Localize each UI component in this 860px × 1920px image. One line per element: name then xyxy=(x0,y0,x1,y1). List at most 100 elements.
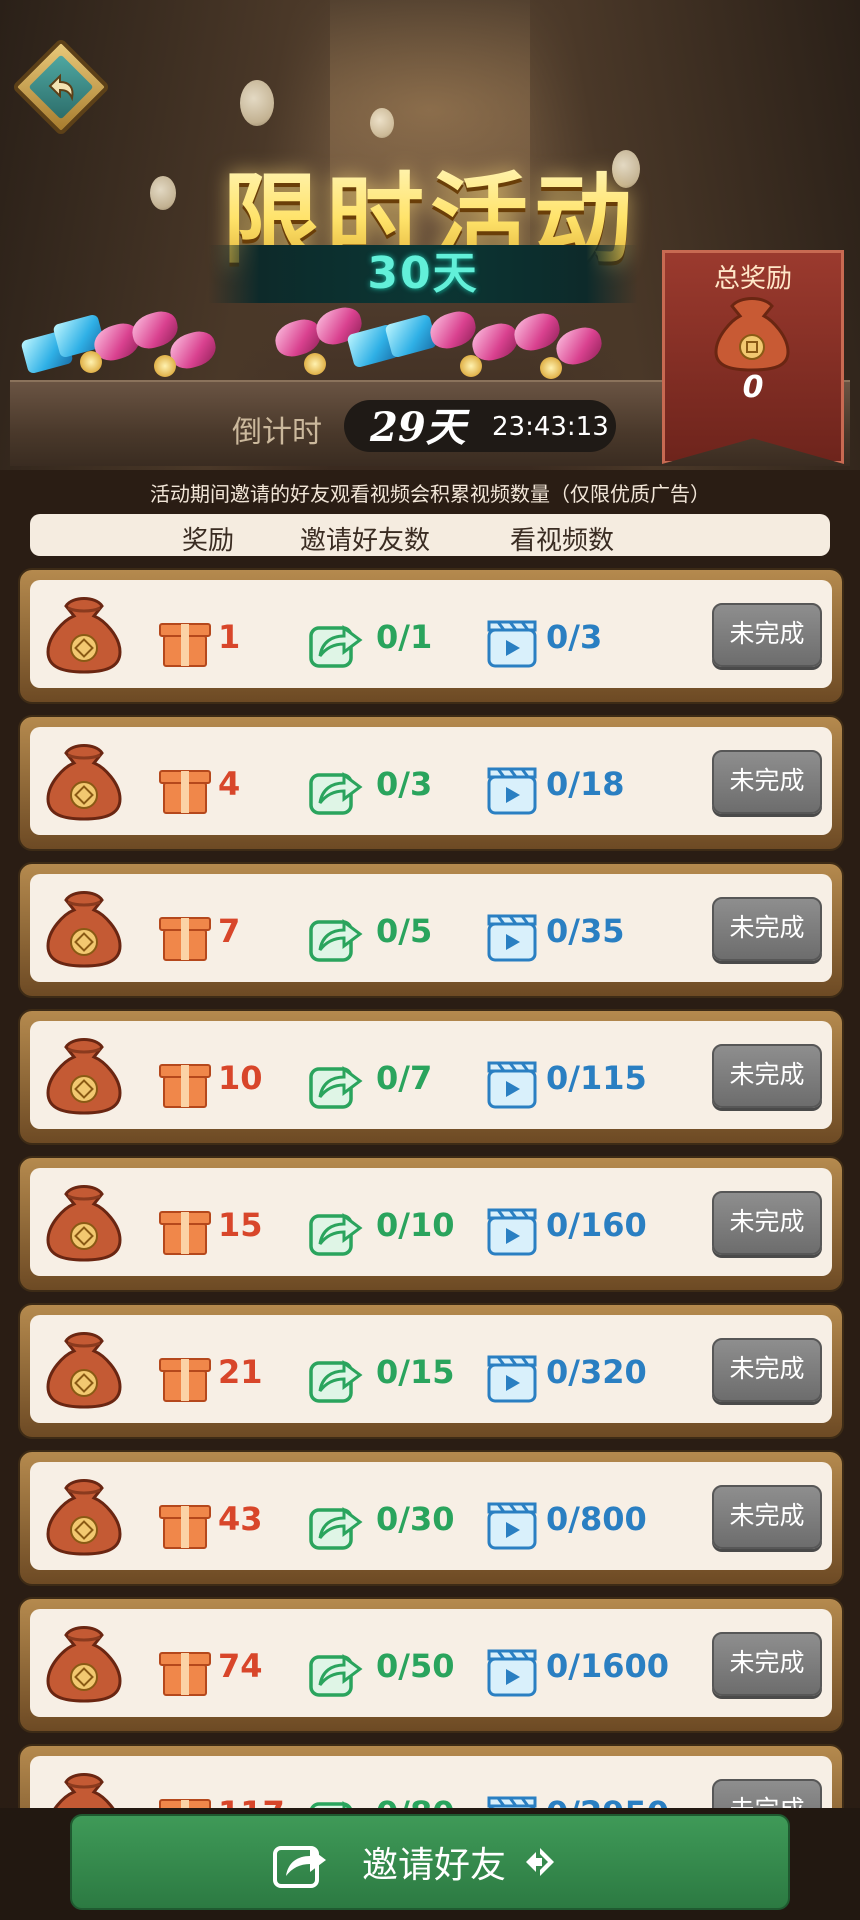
money-bag-icon xyxy=(46,744,122,821)
status-button[interactable]: 未完成 xyxy=(712,603,822,667)
money-bag-icon xyxy=(46,1185,122,1262)
column-invite: 邀请好友数 xyxy=(300,526,431,556)
video-icon xyxy=(487,1502,537,1550)
status-button[interactable]: 未完成 xyxy=(712,1044,822,1108)
gift-icon xyxy=(159,1652,211,1696)
video-icon xyxy=(487,1355,537,1403)
reward-count: 10 xyxy=(218,1059,263,1097)
gift-icon xyxy=(159,770,211,814)
video-icon xyxy=(487,620,537,668)
task-card: 1 0/1 0/3 未完成 xyxy=(30,580,832,688)
reward-count: 43 xyxy=(218,1500,263,1538)
countdown-label: 倒计时 xyxy=(232,415,322,450)
video-icon xyxy=(487,1649,537,1697)
task-row: 1 0/1 0/3 未完成 xyxy=(18,568,844,704)
video-icon xyxy=(487,1061,537,1109)
task-card: 10 0/7 0/115 未完成 xyxy=(30,1021,832,1129)
table-header: 奖励 邀请好友数 看视频数 xyxy=(30,514,830,556)
lantern-decoration xyxy=(240,80,274,126)
share-icon xyxy=(309,1360,363,1403)
countdown-days: 29天 xyxy=(370,404,466,451)
video-progress: 0/800 xyxy=(546,1500,647,1538)
share-icon xyxy=(309,1213,363,1256)
activity-note: 活动期间邀请的好友观看视频会积累视频数量（仅限优质广告） xyxy=(150,482,710,506)
money-bag-icon xyxy=(46,1626,122,1703)
status-button[interactable]: 未完成 xyxy=(712,1485,822,1549)
task-card: 4 0/3 0/18 未完成 xyxy=(30,727,832,835)
invite-progress: 0/50 xyxy=(376,1647,455,1685)
video-progress: 0/35 xyxy=(546,912,625,950)
task-row: 7 0/5 0/35 未完成 xyxy=(18,862,844,998)
treasure-decoration xyxy=(20,303,620,385)
task-card: 43 0/30 0/800 未完成 xyxy=(30,1462,832,1570)
status-button[interactable]: 未完成 xyxy=(712,1191,822,1255)
status-button[interactable]: 未完成 xyxy=(712,750,822,814)
share-icon xyxy=(309,1066,363,1109)
reward-count: 4 xyxy=(218,765,241,803)
reward-count: 1 xyxy=(218,618,241,656)
video-progress: 0/115 xyxy=(546,1059,647,1097)
reward-count: 7 xyxy=(218,912,241,950)
share-icon xyxy=(273,1846,326,1888)
share-icon xyxy=(309,1507,363,1550)
reward-count: 74 xyxy=(218,1647,263,1685)
money-bag-icon xyxy=(714,297,790,372)
task-row: 21 0/15 0/320 未完成 xyxy=(18,1303,844,1439)
gift-icon xyxy=(159,623,211,667)
share-icon xyxy=(309,772,363,815)
share-icon xyxy=(309,919,363,962)
video-progress: 0/1600 xyxy=(546,1647,670,1685)
arrow-right-icon xyxy=(526,1848,554,1876)
back-arrow-icon xyxy=(48,73,74,102)
invite-friends-button[interactable]: 邀请好友 xyxy=(70,1814,790,1910)
status-button[interactable]: 未完成 xyxy=(712,1632,822,1696)
reward-count: 15 xyxy=(218,1206,263,1244)
invite-progress: 0/1 xyxy=(376,618,433,656)
video-progress: 0/160 xyxy=(546,1206,647,1244)
lantern-decoration xyxy=(370,108,394,138)
share-icon xyxy=(309,1654,363,1697)
gift-icon xyxy=(159,917,211,961)
task-card: 21 0/15 0/320 未完成 xyxy=(30,1315,832,1423)
total-reward-value: 0 xyxy=(742,370,764,405)
video-progress: 0/3 xyxy=(546,618,603,656)
status-button[interactable]: 未完成 xyxy=(712,897,822,961)
invite-progress: 0/3 xyxy=(376,765,433,803)
task-row: 15 0/10 0/160 未完成 xyxy=(18,1156,844,1292)
column-video: 看视频数 xyxy=(510,526,615,556)
share-icon xyxy=(309,625,363,668)
invite-progress: 0/30 xyxy=(376,1500,455,1538)
gift-icon xyxy=(159,1505,211,1549)
countdown-time: 23:43:13 xyxy=(492,412,609,442)
reward-count: 21 xyxy=(218,1353,263,1391)
video-progress: 0/320 xyxy=(546,1353,647,1391)
gift-icon xyxy=(159,1064,211,1108)
task-row: 10 0/7 0/115 未完成 xyxy=(18,1009,844,1145)
video-icon xyxy=(487,914,537,962)
invite-progress: 0/5 xyxy=(376,912,433,950)
video-icon xyxy=(487,1208,537,1256)
invite-friends-label: 邀请好友 xyxy=(362,1845,507,1886)
task-card: 74 0/50 0/1600 未完成 xyxy=(30,1609,832,1717)
task-card: 15 0/10 0/160 未完成 xyxy=(30,1168,832,1276)
invite-progress: 0/7 xyxy=(376,1059,433,1097)
column-reward: 奖励 xyxy=(182,526,235,556)
duration-banner: 30天 xyxy=(208,245,638,303)
total-reward-label: 总奖励 xyxy=(713,264,792,294)
invite-progress: 0/10 xyxy=(376,1206,455,1244)
video-icon xyxy=(487,767,537,815)
money-bag-icon xyxy=(46,1332,122,1409)
invite-progress: 0/15 xyxy=(376,1353,455,1391)
video-progress: 0/18 xyxy=(546,765,625,803)
money-bag-icon xyxy=(46,891,122,968)
task-card: 7 0/5 0/35 未完成 xyxy=(30,874,832,982)
money-bag-icon xyxy=(46,1038,122,1115)
money-bag-icon xyxy=(46,597,122,674)
gift-icon xyxy=(159,1211,211,1255)
task-row: 43 0/30 0/800 未完成 xyxy=(18,1450,844,1586)
duration-text: 30天 xyxy=(367,248,479,299)
money-bag-icon xyxy=(46,1479,122,1556)
status-button[interactable]: 未完成 xyxy=(712,1338,822,1402)
gift-icon xyxy=(159,1358,211,1402)
task-row: 4 0/3 0/18 未完成 xyxy=(18,715,844,851)
